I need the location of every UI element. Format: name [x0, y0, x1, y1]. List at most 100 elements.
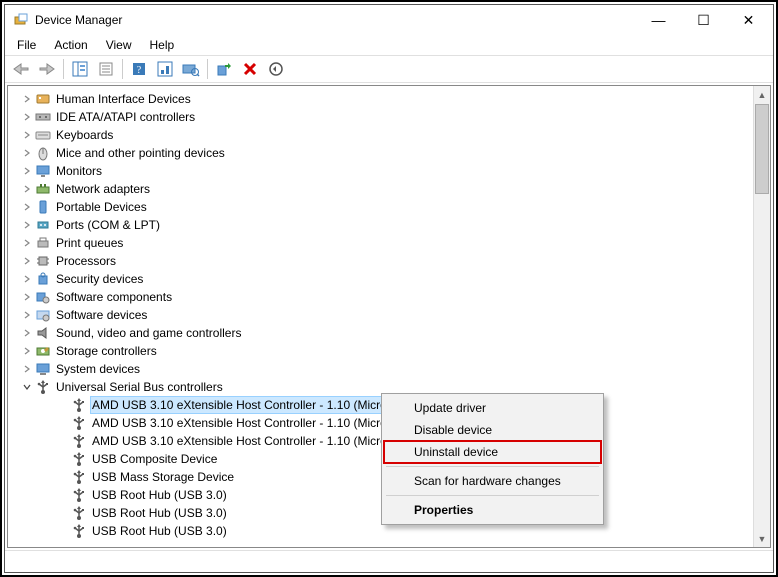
portable-icon: [34, 199, 52, 215]
tree-item-ide[interactable]: IDE ATA/ATAPI controllers: [8, 108, 753, 126]
expander-icon[interactable]: [20, 310, 34, 320]
expander-icon[interactable]: [20, 328, 34, 338]
tree-item-label: AMD USB 3.10 eXtensible Host Controller …: [90, 396, 395, 414]
action-button[interactable]: [153, 58, 177, 80]
toolbar-separator: [63, 59, 64, 79]
menu-help[interactable]: Help: [142, 36, 183, 54]
expander-icon[interactable]: [20, 112, 34, 122]
expander-icon[interactable]: [20, 148, 34, 158]
mouse-icon: [34, 145, 52, 161]
context-menu-item[interactable]: Properties: [384, 499, 601, 521]
tree-item-label: IDE ATA/ATAPI controllers: [54, 108, 197, 126]
usb-icon: [70, 487, 88, 503]
tree-item-port[interactable]: Ports (COM & LPT): [8, 216, 753, 234]
context-menu-item[interactable]: Scan for hardware changes: [384, 470, 601, 492]
scan-hardware-button[interactable]: [179, 58, 203, 80]
scroll-thumb[interactable]: [755, 104, 769, 194]
expander-icon[interactable]: [20, 292, 34, 302]
tree-item-cpu[interactable]: Processors: [8, 252, 753, 270]
tree-item-label: Processors: [54, 252, 118, 270]
minimize-button[interactable]: —: [636, 6, 681, 34]
port-icon: [34, 217, 52, 233]
forward-button[interactable]: [35, 58, 59, 80]
tree-item-label: AMD USB 3.10 eXtensible Host Controller …: [90, 414, 395, 432]
expander-icon[interactable]: [20, 220, 34, 230]
expander-icon[interactable]: [20, 202, 34, 212]
monitor-icon: [34, 163, 52, 179]
hid-icon: [34, 91, 52, 107]
close-button[interactable]: ✕: [726, 6, 771, 34]
tree-item-hid[interactable]: Human Interface Devices: [8, 90, 753, 108]
tree-item-label: USB Root Hub (USB 3.0): [90, 486, 229, 504]
expander-icon[interactable]: [20, 238, 34, 248]
usb-icon: [34, 379, 52, 395]
tree-item-sound[interactable]: Sound, video and game controllers: [8, 324, 753, 342]
tree-item-keyboard[interactable]: Keyboards: [8, 126, 753, 144]
tree-item-label: USB Composite Device: [90, 450, 219, 468]
expander-icon[interactable]: [20, 166, 34, 176]
menu-file[interactable]: File: [9, 36, 44, 54]
tree-item-mouse[interactable]: Mice and other pointing devices: [8, 144, 753, 162]
usb-icon: [70, 469, 88, 485]
keyboard-icon: [34, 127, 52, 143]
expander-icon[interactable]: [20, 382, 34, 392]
expander-icon[interactable]: [20, 346, 34, 356]
statusbar: [5, 550, 773, 572]
sound-icon: [34, 325, 52, 341]
ide-icon: [34, 109, 52, 125]
expander-icon[interactable]: [20, 364, 34, 374]
tree-item-security[interactable]: Security devices: [8, 270, 753, 288]
swdev-icon: [34, 307, 52, 323]
context-menu-separator: [386, 495, 599, 496]
help-button[interactable]: ?: [127, 58, 151, 80]
content-area: Human Interface DevicesIDE ATA/ATAPI con…: [7, 85, 771, 548]
tree-item-label: Sound, video and game controllers: [54, 324, 243, 342]
tree-item-swdev[interactable]: Software devices: [8, 306, 753, 324]
enable-button[interactable]: [264, 58, 288, 80]
swcomp-icon: [34, 289, 52, 305]
back-button[interactable]: [9, 58, 33, 80]
context-menu-item[interactable]: Disable device: [384, 419, 601, 441]
scroll-up-icon[interactable]: ▲: [754, 86, 770, 103]
uninstall-button[interactable]: [238, 58, 262, 80]
device-manager-window: Device Manager — ☐ ✕ File Action View He…: [4, 4, 774, 573]
toolbar: ?: [5, 55, 773, 83]
toolbar-separator: [207, 59, 208, 79]
expander-icon[interactable]: [20, 130, 34, 140]
tree-item-label: Software devices: [54, 306, 149, 324]
menu-view[interactable]: View: [98, 36, 140, 54]
window-title: Device Manager: [35, 13, 636, 27]
tree-item-print[interactable]: Print queues: [8, 234, 753, 252]
maximize-button[interactable]: ☐: [681, 6, 726, 34]
titlebar: Device Manager — ☐ ✕: [5, 5, 773, 35]
tree-item-storage[interactable]: Storage controllers: [8, 342, 753, 360]
toolbar-separator: [122, 59, 123, 79]
tree-item-label: Universal Serial Bus controllers: [54, 378, 225, 396]
usb-icon: [70, 397, 88, 413]
expander-icon[interactable]: [20, 256, 34, 266]
usb-icon: [70, 505, 88, 521]
tree-item-label: Monitors: [54, 162, 104, 180]
menu-action[interactable]: Action: [46, 36, 95, 54]
scroll-down-icon[interactable]: ▼: [754, 530, 770, 547]
usb-icon: [70, 415, 88, 431]
context-menu-item[interactable]: Uninstall device: [384, 441, 601, 463]
svg-text:?: ?: [137, 65, 142, 76]
show-hide-tree-button[interactable]: [68, 58, 92, 80]
update-driver-button[interactable]: [212, 58, 236, 80]
expander-icon[interactable]: [20, 94, 34, 104]
properties-button[interactable]: [94, 58, 118, 80]
tree-item-label: Print queues: [54, 234, 125, 252]
expander-icon[interactable]: [20, 274, 34, 284]
scrollbar-vertical[interactable]: ▲ ▼: [753, 86, 770, 547]
tree-item-swcomp[interactable]: Software components: [8, 288, 753, 306]
usb-icon: [70, 433, 88, 449]
tree-item-net[interactable]: Network adapters: [8, 180, 753, 198]
tree-item-system[interactable]: System devices: [8, 360, 753, 378]
tree-item-monitor[interactable]: Monitors: [8, 162, 753, 180]
context-menu-item[interactable]: Update driver: [384, 397, 601, 419]
usb-icon: [70, 523, 88, 539]
expander-icon[interactable]: [20, 184, 34, 194]
tree-item-portable[interactable]: Portable Devices: [8, 198, 753, 216]
tree-item-label: Portable Devices: [54, 198, 149, 216]
